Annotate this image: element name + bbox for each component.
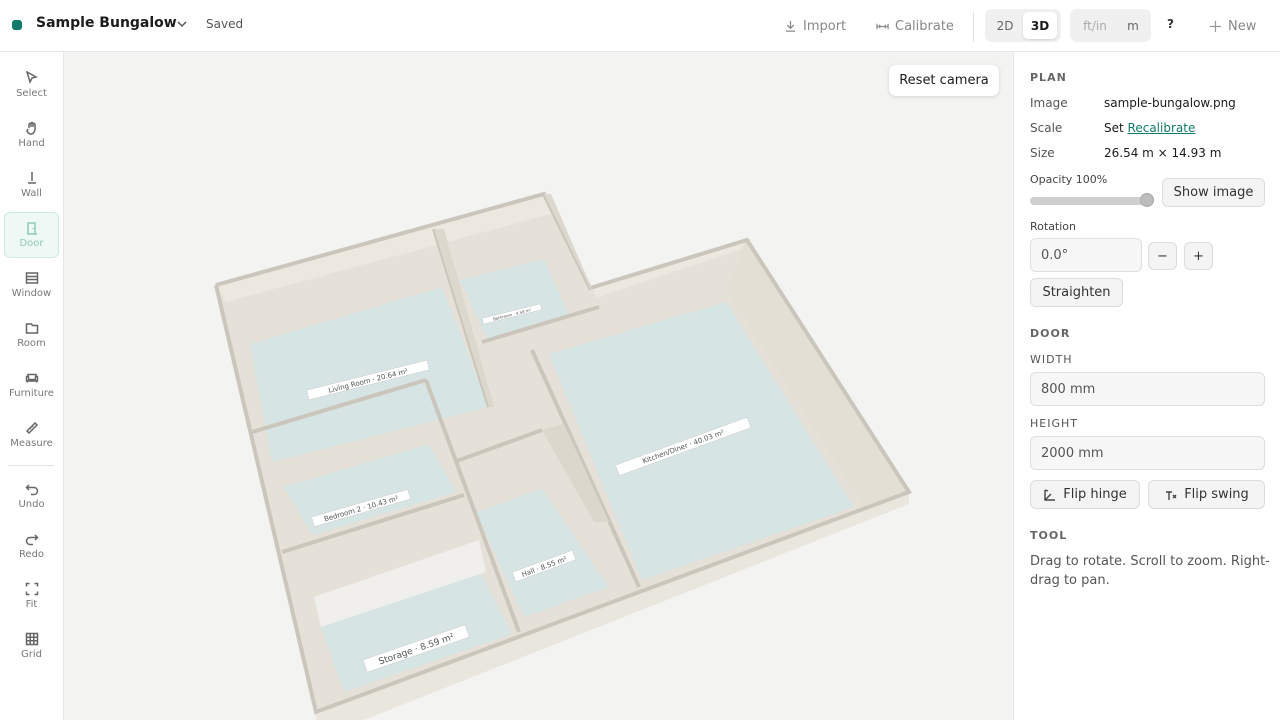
tool-label: Door xyxy=(19,238,44,249)
download-icon xyxy=(785,20,796,32)
calibrate-icon xyxy=(876,23,889,29)
help-button[interactable]: ? xyxy=(1167,17,1174,31)
tool-label: Select xyxy=(16,88,47,99)
tool-hand[interactable]: Hand xyxy=(4,112,59,158)
opacity-label: Opacity 100% xyxy=(1030,173,1108,186)
flip-swing-icon xyxy=(1166,490,1177,500)
tool-door[interactable]: Door xyxy=(4,212,59,258)
rotation-input[interactable]: 0.0° xyxy=(1030,238,1142,272)
wall-icon xyxy=(27,172,36,184)
tool-measure[interactable]: Measure xyxy=(4,412,59,458)
opacity-slider-thumb[interactable] xyxy=(1140,193,1154,207)
opacity-slider[interactable] xyxy=(1030,197,1152,205)
scale-value: Set Recalibrate xyxy=(1104,121,1195,135)
tool-redo[interactable]: Redo xyxy=(4,523,59,569)
tool-label: Fit xyxy=(25,599,38,610)
tool-label: Hand xyxy=(18,138,45,149)
units-ftin-button[interactable]: ft/in xyxy=(1076,12,1114,39)
size-value: 26.54 m × 14.93 m xyxy=(1104,146,1222,160)
window-icon xyxy=(25,272,38,284)
flip-hinge-label: Flip hinge xyxy=(1063,487,1127,502)
tool-grid[interactable]: Grid xyxy=(4,623,59,669)
import-label: Import xyxy=(803,18,847,34)
view-mode-toggle: 2D 3D xyxy=(985,9,1061,42)
floor-plan-3d[interactable]: Living Room · 20.64 m² Bathroom · 4.58 m… xyxy=(64,52,1013,720)
scale-status: Set xyxy=(1104,121,1124,135)
chevron-down-icon[interactable] xyxy=(174,16,190,32)
rotation-increment-button[interactable]: + xyxy=(1184,242,1213,270)
ruler-icon xyxy=(25,421,38,435)
grid-icon xyxy=(25,632,38,646)
sofa-icon xyxy=(25,373,38,383)
image-filename: sample-bungalow.png xyxy=(1104,96,1236,110)
tool-label: Room xyxy=(17,338,46,349)
project-title[interactable]: Sample Bungalow xyxy=(36,15,177,31)
new-label: New xyxy=(1228,18,1257,34)
room-icon xyxy=(25,323,38,334)
tool-undo[interactable]: Undo xyxy=(4,473,59,519)
toolbar-separator xyxy=(8,465,54,466)
tool-room[interactable]: Room xyxy=(4,312,59,358)
rotation-label: Rotation xyxy=(1030,220,1077,233)
units-toggle: ft/in m xyxy=(1070,9,1151,42)
width-label: WIDTH xyxy=(1030,353,1073,366)
plan-section-title: PLAN xyxy=(1030,71,1067,84)
tool-sidebar: Select Hand Wall Door Window Room Furnit… xyxy=(0,52,64,720)
redo-icon xyxy=(25,534,39,546)
tool-label: Furniture xyxy=(9,388,54,399)
tool-label: Undo xyxy=(18,499,45,510)
undo-icon xyxy=(24,484,38,496)
hand-icon xyxy=(25,121,36,135)
flip-swing-label: Flip swing xyxy=(1184,487,1249,502)
tool-select[interactable]: Select xyxy=(4,62,59,108)
calibrate-button[interactable]: Calibrate xyxy=(876,13,954,39)
door-width-input[interactable]: 800 mm xyxy=(1030,372,1265,406)
height-label: HEIGHT xyxy=(1030,417,1078,430)
flip-swing-button[interactable]: Flip swing xyxy=(1148,480,1265,509)
image-label: Image xyxy=(1030,96,1068,110)
tool-fit[interactable]: Fit xyxy=(4,573,59,619)
fit-icon xyxy=(25,582,38,596)
top-bar: Sample Bungalow Saved Import Calibrate 2… xyxy=(0,0,1280,52)
cursor-icon xyxy=(25,71,38,85)
tool-label: Window xyxy=(11,288,52,299)
view-3d-button[interactable]: 3D xyxy=(1023,12,1057,39)
calibrate-label: Calibrate xyxy=(895,18,954,34)
tool-furniture[interactable]: Furniture xyxy=(4,362,59,408)
tool-label: Grid xyxy=(21,649,42,660)
tool-hint: Drag to rotate. Scroll to zoom. Right-dr… xyxy=(1030,554,1270,588)
tool-label: Redo xyxy=(18,549,45,560)
flip-hinge-icon xyxy=(1044,488,1056,501)
app-logo-icon xyxy=(12,20,22,30)
straighten-button[interactable]: Straighten xyxy=(1030,278,1123,307)
tool-label: Measure xyxy=(10,438,53,449)
flip-hinge-button[interactable]: Flip hinge xyxy=(1030,480,1140,509)
tool-window[interactable]: Window xyxy=(4,262,59,308)
size-label: Size xyxy=(1030,146,1055,160)
tool-wall[interactable]: Wall xyxy=(4,162,59,208)
show-image-button[interactable]: Show image xyxy=(1162,178,1265,207)
plus-icon xyxy=(1209,20,1222,32)
new-button[interactable]: New xyxy=(1209,13,1256,39)
door-height-input[interactable]: 2000 mm xyxy=(1030,436,1265,470)
units-m-button[interactable]: m xyxy=(1120,12,1146,39)
save-status: Saved xyxy=(206,17,244,31)
toolbar-divider xyxy=(973,12,974,42)
recalibrate-link[interactable]: Recalibrate xyxy=(1128,121,1196,135)
rotation-decrement-button[interactable]: − xyxy=(1148,242,1177,270)
door-icon xyxy=(26,222,37,235)
scale-label: Scale xyxy=(1030,121,1063,135)
import-button[interactable]: Import xyxy=(784,13,846,39)
view-2d-button[interactable]: 2D xyxy=(989,12,1021,39)
3d-viewport[interactable]: Living Room · 20.64 m² Bathroom · 4.58 m… xyxy=(64,52,1013,720)
door-section-title: DOOR xyxy=(1030,327,1071,340)
properties-panel: PLAN Image sample-bungalow.png Scale Set… xyxy=(1013,52,1280,720)
reset-camera-button[interactable]: Reset camera xyxy=(889,65,999,96)
tool-section-title: TOOL xyxy=(1030,529,1068,542)
tool-label: Wall xyxy=(21,188,42,199)
